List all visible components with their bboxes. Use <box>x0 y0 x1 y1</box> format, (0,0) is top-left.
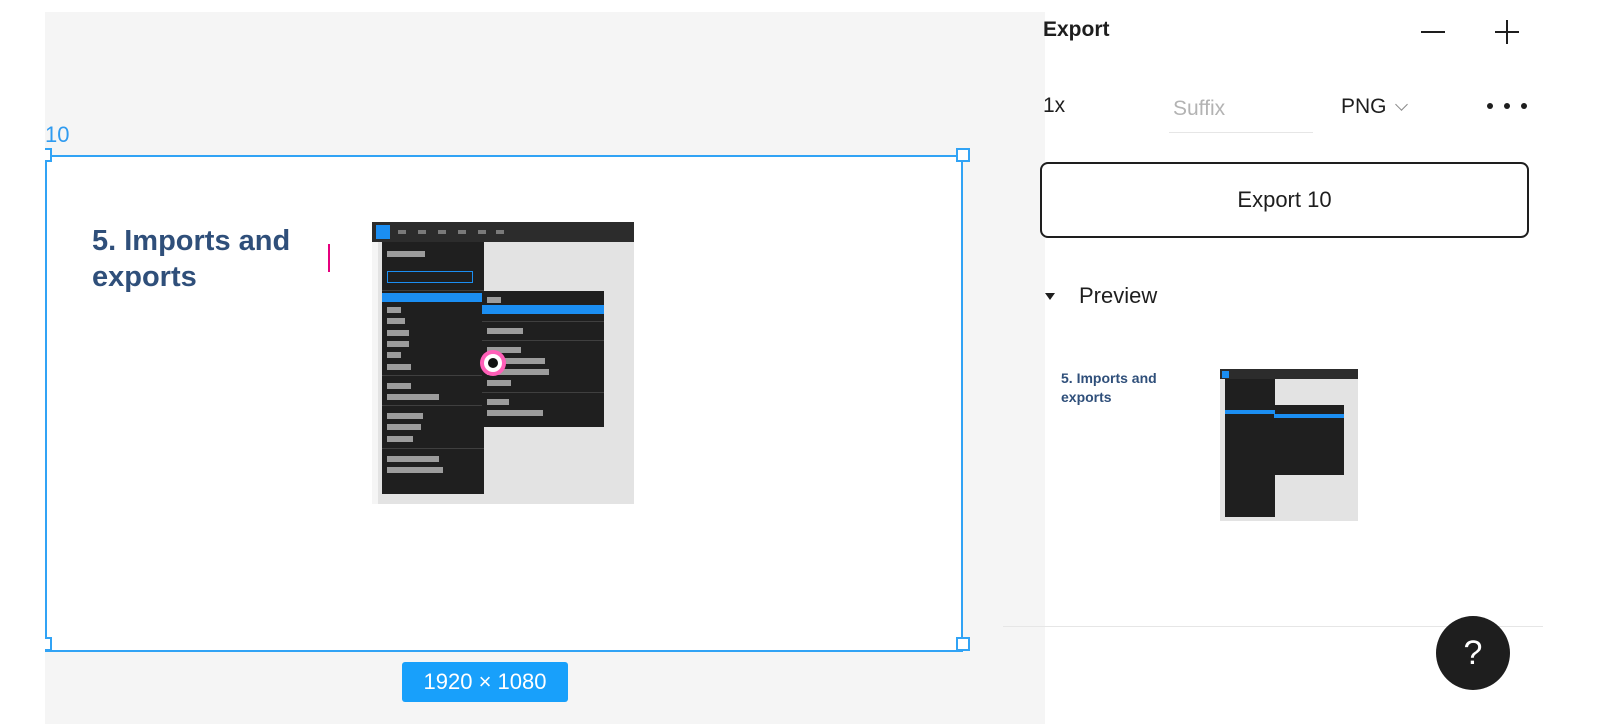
export-preview-thumbnail: 5. Imports and exports <box>1045 355 1365 530</box>
menu-divider <box>382 290 484 291</box>
frame-tool-icon <box>418 230 426 234</box>
menu-item <box>387 436 413 442</box>
menu-item <box>387 307 401 313</box>
menu-item <box>487 380 511 386</box>
menu-item <box>387 251 425 257</box>
screenshot-toolbar <box>372 222 634 242</box>
menu-item <box>387 364 411 370</box>
menu-item <box>387 330 409 336</box>
menu-divider <box>382 405 484 406</box>
chevron-down-icon <box>1394 97 1408 111</box>
shape-tool-icon <box>438 230 446 234</box>
menu-item <box>487 399 509 405</box>
menu-item <box>487 297 501 303</box>
menu-item <box>487 410 543 416</box>
menu-item <box>387 467 443 473</box>
export-scale-select[interactable]: 1x <box>1043 94 1065 118</box>
menu-divider <box>382 375 484 376</box>
export-button[interactable]: Export 10 <box>1040 162 1529 238</box>
move-tool-icon <box>398 230 406 234</box>
canvas[interactable]: 10 5. Imports and exports 1920 × 1080 <box>45 12 1045 724</box>
suffix-input[interactable] <box>1169 86 1313 133</box>
ellipsis-icon <box>1487 103 1493 109</box>
menu-divider <box>382 448 484 449</box>
caret-down-icon <box>1045 292 1055 300</box>
click-indicator-icon <box>480 350 506 376</box>
menu-divider <box>482 392 604 393</box>
screenshot-canvas-strip <box>372 242 378 504</box>
frame-name-label[interactable]: 10 <box>45 122 69 148</box>
menu-item-highlighted <box>382 293 484 302</box>
preview-label: Preview <box>1079 283 1158 308</box>
remove-export-button[interactable] <box>1417 16 1449 48</box>
menu-screenshot-image[interactable] <box>372 222 634 504</box>
add-export-button[interactable] <box>1491 16 1523 48</box>
resize-handle-bottom-right[interactable] <box>956 637 970 651</box>
export-settings-button[interactable] <box>1487 98 1527 114</box>
menu-item <box>387 318 405 324</box>
menu-search-field <box>387 271 473 283</box>
resize-handle-bottom-left[interactable] <box>45 637 52 651</box>
menu-item <box>387 456 439 462</box>
export-panel: Export 1x PNG Export 10 Preview 5. Impor… <box>1003 0 1614 724</box>
menu-divider <box>482 321 604 322</box>
menu-item <box>387 413 423 419</box>
preview-screenshot-image <box>1220 369 1358 521</box>
resize-handle-top-left[interactable] <box>45 148 52 162</box>
menu-item <box>387 383 411 389</box>
slide-title[interactable]: 5. Imports and exports <box>92 223 322 295</box>
menu-item <box>387 394 439 400</box>
menu-item <box>387 352 401 358</box>
preview-toggle[interactable]: Preview <box>1045 282 1157 310</box>
format-dropdown[interactable]: PNG <box>1341 92 1408 122</box>
preview-slide-title: 5. Imports and exports <box>1061 370 1157 405</box>
menu-item <box>387 341 409 347</box>
minus-icon <box>1421 31 1445 33</box>
frame-dimensions-badge: 1920 × 1080 <box>402 662 568 702</box>
format-value: PNG <box>1341 95 1387 118</box>
text-tool-icon <box>478 230 486 234</box>
menu-item-highlighted <box>482 305 604 314</box>
help-button[interactable]: ? <box>1436 616 1510 690</box>
selected-frame[interactable]: 5. Imports and exports <box>45 155 963 652</box>
resize-handle-top-right[interactable] <box>956 148 970 162</box>
menu-divider <box>482 340 604 341</box>
text-cursor <box>328 244 330 272</box>
comment-tool-icon <box>496 230 504 234</box>
export-section-title: Export <box>1043 18 1110 41</box>
menu-item <box>387 424 421 430</box>
pen-tool-icon <box>458 230 466 234</box>
menu-item <box>487 328 523 334</box>
app-logo-icon <box>376 225 390 239</box>
screenshot-main-menu <box>382 242 484 494</box>
